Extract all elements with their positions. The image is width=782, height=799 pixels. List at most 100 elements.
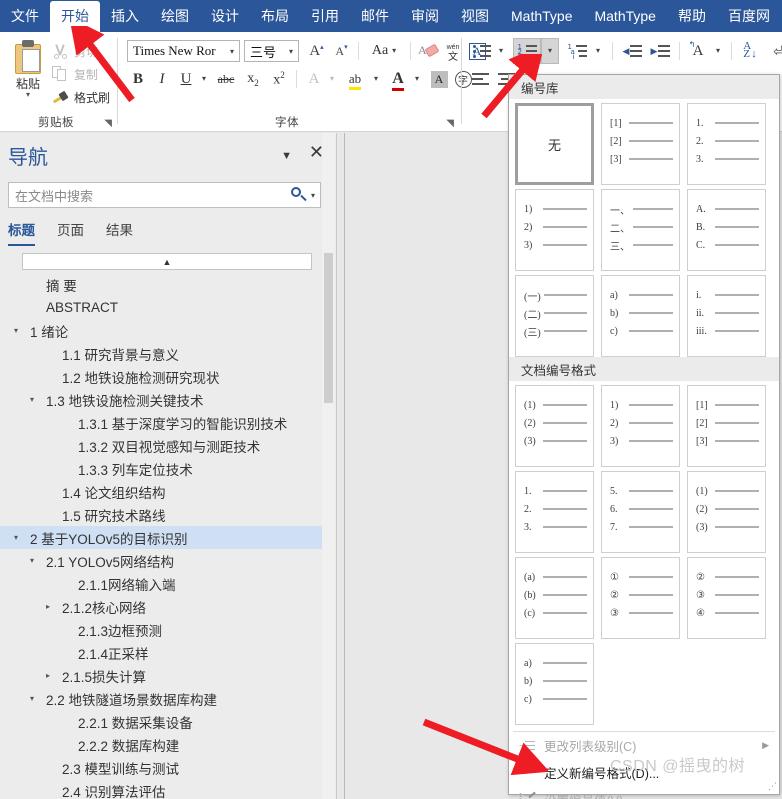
outline-item[interactable]: 1.1 研究背景与意义	[0, 342, 330, 365]
search-icon[interactable]	[290, 186, 308, 204]
superscript-button[interactable]: x2	[267, 68, 291, 90]
bold-button[interactable]: B	[127, 68, 149, 90]
outline-expand-triangle-icon[interactable]: ▾	[14, 326, 18, 335]
numbering-option[interactable]: [1] [2] [3]	[687, 385, 766, 467]
numbering-option[interactable]: 5. 6. 7.	[601, 471, 680, 553]
ribbon-tab-6[interactable]: 引用	[300, 1, 350, 32]
ribbon-tab-3[interactable]: 绘图	[150, 1, 200, 32]
numbering-option[interactable]: 1. 2. 3.	[687, 103, 766, 185]
outline-item[interactable]: ▸ 2.1.2核心网络	[0, 595, 330, 618]
outline-item[interactable]: 2.1.1网络输入端	[0, 572, 330, 595]
bullets-button[interactable]	[469, 40, 493, 62]
ribbon-tab-2[interactable]: 插入	[100, 1, 150, 32]
decrease-indent-button[interactable]: ◀	[619, 40, 645, 62]
numbering-option[interactable]: ① ② ③	[601, 557, 680, 639]
text-effects-dropdown[interactable]: ▾	[325, 68, 339, 90]
ribbon-tab-12[interactable]: 帮助	[667, 1, 717, 32]
outline-item[interactable]: ▾ 1 绪论	[0, 319, 330, 342]
multilevel-list-dropdown[interactable]: ▾	[591, 40, 605, 62]
ribbon-tab-0[interactable]: 文件	[0, 1, 50, 32]
paste-button[interactable]: 粘贴 ▾	[6, 38, 50, 110]
underline-dropdown[interactable]: ▾	[197, 68, 211, 90]
outline-item[interactable]: ▾ 2.1 YOLOv5网络结构	[0, 549, 330, 572]
outline-item[interactable]: 2.3 模型训练与测试	[0, 756, 330, 779]
numbering-menu-item-2[interactable]: 123 设置编号值(V)	[509, 786, 779, 799]
numbering-option[interactable]: (1) (2) (3)	[515, 385, 594, 467]
numbering-option[interactable]: 1. 2. 3.	[515, 471, 594, 553]
search-options-caret-icon[interactable]: ▾	[310, 191, 320, 200]
font-name-combo[interactable]: Times New Ror ▾	[127, 40, 240, 62]
outline-item[interactable]: ▸ 2.1.5损失计算	[0, 664, 330, 687]
ribbon-tab-8[interactable]: 审阅	[400, 1, 450, 32]
navigation-scrollbar[interactable]	[322, 133, 335, 799]
font-color-button[interactable]: A	[387, 68, 409, 91]
format-painter-button[interactable]: 格式刷	[52, 86, 110, 108]
outline-item[interactable]: ABSTRACT	[0, 296, 330, 319]
outline-item[interactable]: ▾ 2 基于YOLOv5的目标识别	[0, 526, 330, 549]
shrink-font-button[interactable]: A ▾	[330, 40, 353, 62]
numbering-option[interactable]: a) b) c)	[601, 275, 680, 357]
strikethrough-button[interactable]: abc	[213, 68, 239, 90]
font-size-caret-icon[interactable]: ▾	[286, 47, 296, 56]
show-formatting-marks-button[interactable]: ⏎	[767, 40, 782, 62]
navigation-scrollbar-thumb[interactable]	[324, 253, 333, 403]
outline-item[interactable]: 摘 要	[0, 273, 330, 296]
outline-item[interactable]: 2.2.1 数据采集设备	[0, 710, 330, 733]
outline-item[interactable]: 2.4 识别算法评估	[0, 779, 330, 799]
numbering-option[interactable]: ② ③ ④	[687, 557, 766, 639]
asian-layout-button[interactable]: A ↰	[686, 40, 710, 62]
numbering-option[interactable]: [1] [2] [3]	[601, 103, 680, 185]
numbering-dropdown-button[interactable]: ▾	[541, 38, 559, 64]
font-size-combo[interactable]: 三号 ▾	[244, 40, 299, 62]
outline-item[interactable]: 2.2.2 数据库构建	[0, 733, 330, 756]
navigation-tab-0[interactable]: 标题	[8, 219, 35, 246]
sort-button[interactable]: A Z↓	[738, 40, 762, 62]
bullets-dropdown[interactable]: ▾	[494, 40, 508, 62]
multilevel-list-button[interactable]: 1 a i	[564, 40, 590, 62]
outline-collapse-bar[interactable]: ▲	[22, 253, 312, 270]
resize-grip[interactable]: ⋰	[768, 781, 777, 792]
ribbon-tab-5[interactable]: 布局	[250, 1, 300, 32]
ribbon-tab-9[interactable]: 视图	[450, 1, 500, 32]
outline-collapse-triangle-icon[interactable]: ▸	[46, 602, 50, 611]
asian-layout-dropdown[interactable]: ▾	[711, 40, 725, 62]
align-left-button[interactable]	[469, 68, 493, 90]
numbering-option[interactable]: (a) (b) (c)	[515, 557, 594, 639]
outline-item[interactable]: 1.3.2 双目视觉感知与测距技术	[0, 434, 330, 457]
outline-expand-triangle-icon[interactable]: ▾	[30, 556, 34, 565]
outline-expand-triangle-icon[interactable]: ▾	[30, 694, 34, 703]
grow-font-button[interactable]: A ▴	[305, 40, 328, 62]
cut-button[interactable]: 剪切	[52, 40, 98, 62]
numbering-option[interactable]: 1) 2) 3)	[601, 385, 680, 467]
clear-formatting-button[interactable]: A	[416, 40, 440, 62]
copy-button[interactable]: 复制	[52, 63, 98, 85]
italic-button[interactable]: I	[151, 68, 173, 90]
underline-button[interactable]: U	[175, 68, 197, 90]
outline-collapse-triangle-icon[interactable]: ▸	[46, 671, 50, 680]
text-shading-button[interactable]: A	[428, 68, 450, 90]
numbering-option-none[interactable]: 无	[515, 103, 594, 185]
outline-item[interactable]: ▾ 2.2 地铁隧道场景数据库构建	[0, 687, 330, 710]
outline-item[interactable]: 1.4 论文组织结构	[0, 480, 330, 503]
numbering-option[interactable]: A. B. C.	[687, 189, 766, 271]
outline-item[interactable]: 2.1.3边框预测	[0, 618, 330, 641]
navigation-search-box[interactable]: 在文档中搜索 ▾	[8, 182, 321, 208]
numbering-button[interactable]: 1 2 3	[513, 38, 541, 64]
ribbon-tab-7[interactable]: 邮件	[350, 1, 400, 32]
numbering-option[interactable]: 1) 2) 3)	[515, 189, 594, 271]
numbering-option[interactable]: (1) (2) (3)	[687, 471, 766, 553]
outline-item[interactable]: 2.1.4正采样	[0, 641, 330, 664]
font-color-dropdown[interactable]: ▾	[410, 68, 424, 90]
change-case-button[interactable]: Aa ▾	[364, 40, 404, 62]
navigation-pane-menu-caret-icon[interactable]: ▼	[281, 150, 292, 162]
highlight-color-button[interactable]: ab	[343, 68, 367, 90]
outline-item[interactable]: ▾ 1.3 地铁设施检测关键技术	[0, 388, 330, 411]
subscript-button[interactable]: x2	[241, 68, 265, 90]
increase-indent-button[interactable]: ▶	[647, 40, 673, 62]
navigation-tab-1[interactable]: 页面	[57, 219, 84, 246]
ribbon-tab-1[interactable]: 开始	[50, 1, 100, 32]
outline-item[interactable]: 1.3.3 列车定位技术	[0, 457, 330, 480]
navigation-tab-2[interactable]: 结果	[106, 219, 133, 246]
numbering-option[interactable]: (一) (二) (三)	[515, 275, 594, 357]
outline-item[interactable]: 1.5 研究技术路线	[0, 503, 330, 526]
